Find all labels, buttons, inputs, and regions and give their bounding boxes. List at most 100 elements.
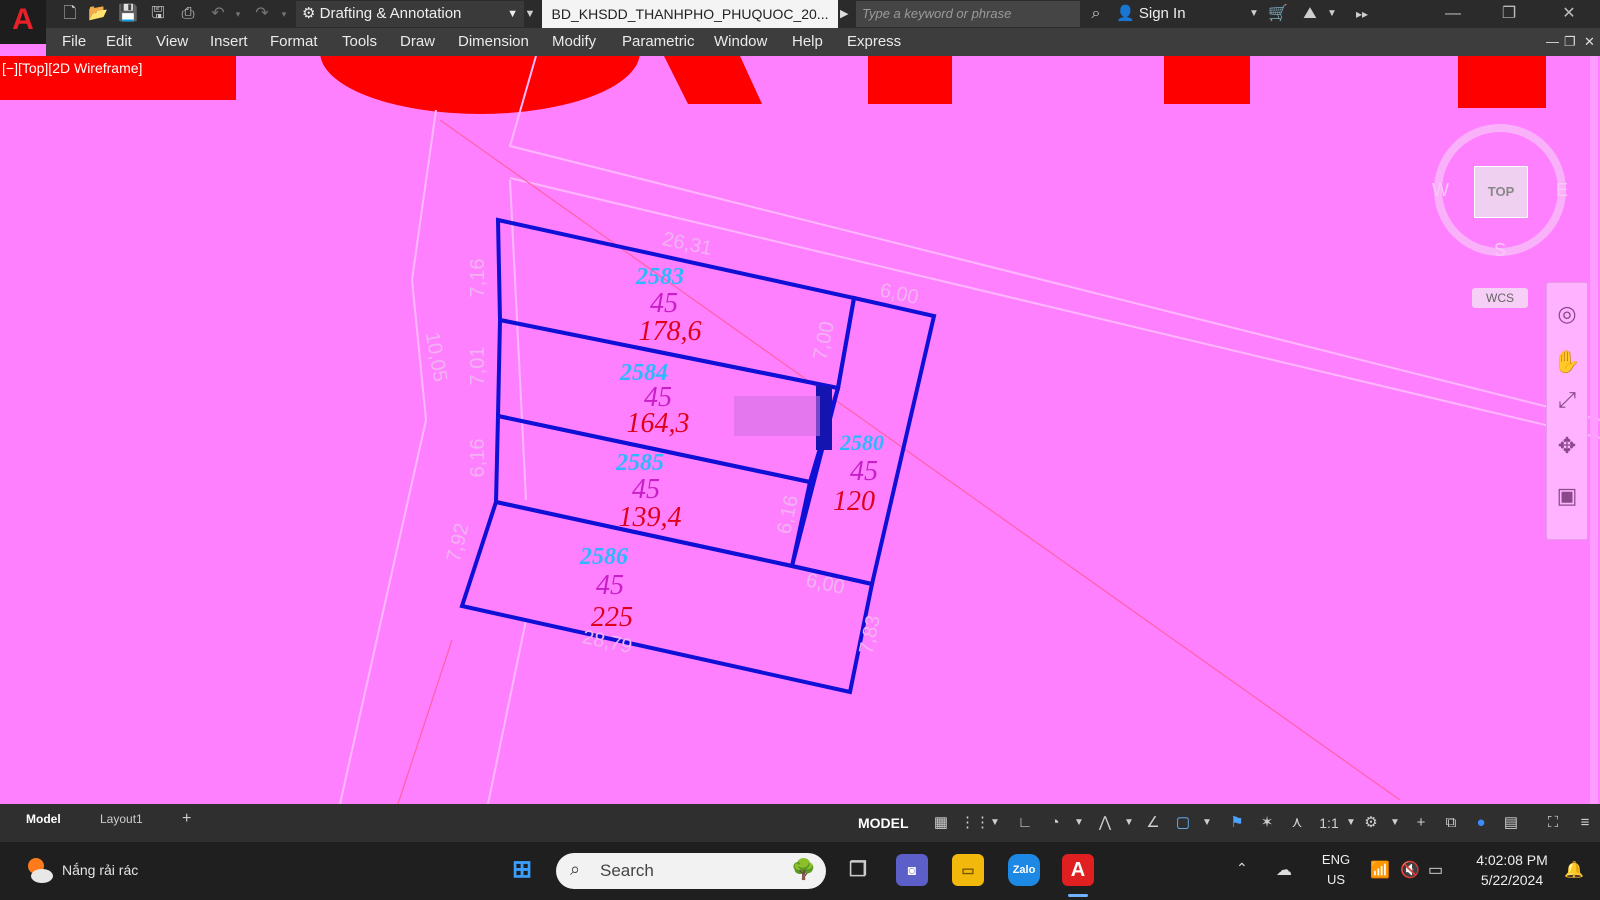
file-explorer-icon[interactable]: ▭ [952,854,984,886]
scale-dropdown-icon[interactable]: ▼ [1340,813,1362,833]
chevron-up-icon[interactable]: ⌃ [1236,860,1248,877]
hardware-acceleration-icon[interactable]: ▤ [1500,813,1522,833]
taskbar-search-box[interactable]: ⌕ Search 🌳 [556,853,826,889]
snap-icon[interactable]: ⋮⋮ [960,813,990,833]
clean-screen-icon[interactable]: ⛶ [1542,813,1564,833]
autocad-taskbar-icon[interactable]: A [1062,854,1094,886]
drawing-canvas[interactable]: [−][Top][2D Wireframe] 2583 45 178,6 258… [0,56,1600,804]
speaker-muted-icon[interactable]: 🔇 [1400,860,1420,880]
annotation-monitor-icon[interactable]: + [1410,813,1432,833]
steering-wheel-icon[interactable]: ◎ [1552,299,1582,329]
binoculars-icon[interactable]: ⌕ [1086,4,1106,24]
customize-toolbar-icon[interactable]: ▼ [520,4,540,24]
menu-express[interactable]: Express [847,28,901,56]
new-file-icon[interactable]: 🗋 [60,4,80,24]
wifi-icon[interactable]: 📶 [1370,860,1390,880]
isodraft-icon[interactable]: ⋀ [1094,813,1116,833]
weather-sun-cloud-icon[interactable] [24,854,56,886]
sign-in-button[interactable]: 👤 Sign In [1116,0,1186,28]
more-icon[interactable]: ▸▸ [1352,4,1372,24]
orbit-icon[interactable]: ✥ [1552,431,1582,461]
viewcube-top-face[interactable]: TOP [1474,166,1528,218]
isolate-objects-icon[interactable]: ● [1470,813,1492,833]
workspace-selector[interactable]: ⚙ Drafting & Annotation ▼ [296,1,524,27]
object-snap-dropdown-icon[interactable]: ▼ [1196,813,1218,833]
ortho-icon[interactable]: ∟ [1014,813,1036,833]
open-folder-icon[interactable]: 📂 [88,4,108,24]
save-icon[interactable]: 💾 [118,4,138,24]
tab-layout1[interactable]: Layout1 [94,810,149,828]
polar-icon[interactable]: ◔ [1044,813,1066,833]
zalo-icon[interactable]: Zalo [1008,854,1040,886]
onedrive-cloud-icon[interactable]: ☁ [1276,860,1292,880]
sign-in-dropdown-icon[interactable]: ▼ [1244,4,1264,24]
teams-chat-icon[interactable]: ◙ [896,854,928,886]
workspace-gear-icon[interactable]: ⚙ [1360,813,1382,833]
doc-restore-icon[interactable]: ❐ [1564,28,1576,56]
chevron-right-icon[interactable]: ▶ [840,0,854,28]
vertical-scrollbar[interactable] [1590,56,1598,804]
showmotion-icon[interactable]: ▣ [1552,481,1582,511]
compass-west[interactable]: W [1432,180,1449,201]
compass-east[interactable]: E [1556,180,1568,201]
input-language[interactable]: ENG US [1318,850,1354,890]
menu-view[interactable]: View [156,28,188,56]
object-snap-icon[interactable]: ▢ [1172,813,1194,833]
units-icon[interactable]: ⧉ [1440,813,1462,833]
menu-file[interactable]: File [62,28,86,56]
zoom-extents-icon[interactable]: ⤢ [1552,385,1582,415]
compass-south[interactable]: S [1494,240,1506,261]
windows-start-icon[interactable]: ⊞ [506,854,538,886]
minimize-button[interactable]: — [1430,0,1476,28]
isodraft-dropdown-icon[interactable]: ▼ [1118,813,1140,833]
scale-value[interactable]: 1:1 [1316,813,1342,833]
notification-bell-icon[interactable]: 🔔 [1564,860,1584,880]
undo-icon[interactable]: ↶ [208,4,228,24]
add-layout-icon[interactable]: + [176,810,197,828]
annotation-visibility-icon[interactable]: ⚑ [1226,813,1248,833]
weather-text[interactable]: Nắng rải rác [62,862,138,878]
navigation-bar: ◎ ✋ ⤢ ✥ ▣ [1546,282,1588,540]
a360-dropdown-icon[interactable]: ▼ [1322,4,1342,24]
help-search-input[interactable]: Type a keyword or phrase [856,1,1080,27]
menu-parametric[interactable]: Parametric [622,28,695,56]
redo-icon[interactable]: ↷ [252,4,272,24]
customization-menu-icon[interactable]: ≡ [1574,813,1596,833]
print-icon[interactable]: ⎙ [178,4,198,24]
redo-dropdown-icon[interactable]: ▾ [274,4,294,24]
menu-insert[interactable]: Insert [210,28,248,56]
grid-icon[interactable]: ▦ [930,813,952,833]
viewport-controls-label[interactable]: [−][Top][2D Wireframe] [2,60,142,76]
workspace-dropdown-icon[interactable]: ▼ [1384,813,1406,833]
menu-modify[interactable]: Modify [552,28,596,56]
menu-help[interactable]: Help [792,28,823,56]
menu-dimension[interactable]: Dimension [458,28,529,56]
wcs-menu[interactable]: WCS [1472,288,1528,308]
menu-draw[interactable]: Draw [400,28,435,56]
auto-scale-icon[interactable]: ✶ [1256,813,1278,833]
dimension-label: 26,31 [660,228,714,260]
menu-edit[interactable]: Edit [106,28,132,56]
snap-dropdown-icon[interactable]: ▼ [984,813,1006,833]
doc-minimize-icon[interactable]: — [1546,28,1559,56]
tab-model[interactable]: Model [20,810,67,828]
battery-icon[interactable]: ▭ [1428,860,1443,880]
close-button[interactable]: ✕ [1546,0,1592,28]
model-space-button[interactable]: MODEL [858,813,909,833]
menu-tools[interactable]: Tools [342,28,377,56]
annotation-scale-icon[interactable]: ⋏ [1286,813,1308,833]
menu-format[interactable]: Format [270,28,318,56]
a360-icon[interactable]: ⛰ [1300,4,1320,24]
system-clock[interactable]: 4:02:08 PM 5/22/2024 [1470,850,1554,890]
restore-button[interactable]: ❐ [1486,0,1532,28]
autocad-logo-button[interactable]: A [0,0,46,44]
pan-hand-icon[interactable]: ✋ [1552,347,1582,377]
polar-dropdown-icon[interactable]: ▼ [1068,813,1090,833]
task-view-icon[interactable]: ❐ [842,854,874,886]
undo-dropdown-icon[interactable]: ▾ [228,4,248,24]
cart-icon[interactable]: 🛒 [1268,4,1288,24]
save-as-icon[interactable]: 🖫 [148,4,168,24]
doc-close-icon[interactable]: ✕ [1584,28,1595,56]
menu-window[interactable]: Window [714,28,767,56]
object-snap-tracking-icon[interactable]: ∠ [1142,813,1164,833]
